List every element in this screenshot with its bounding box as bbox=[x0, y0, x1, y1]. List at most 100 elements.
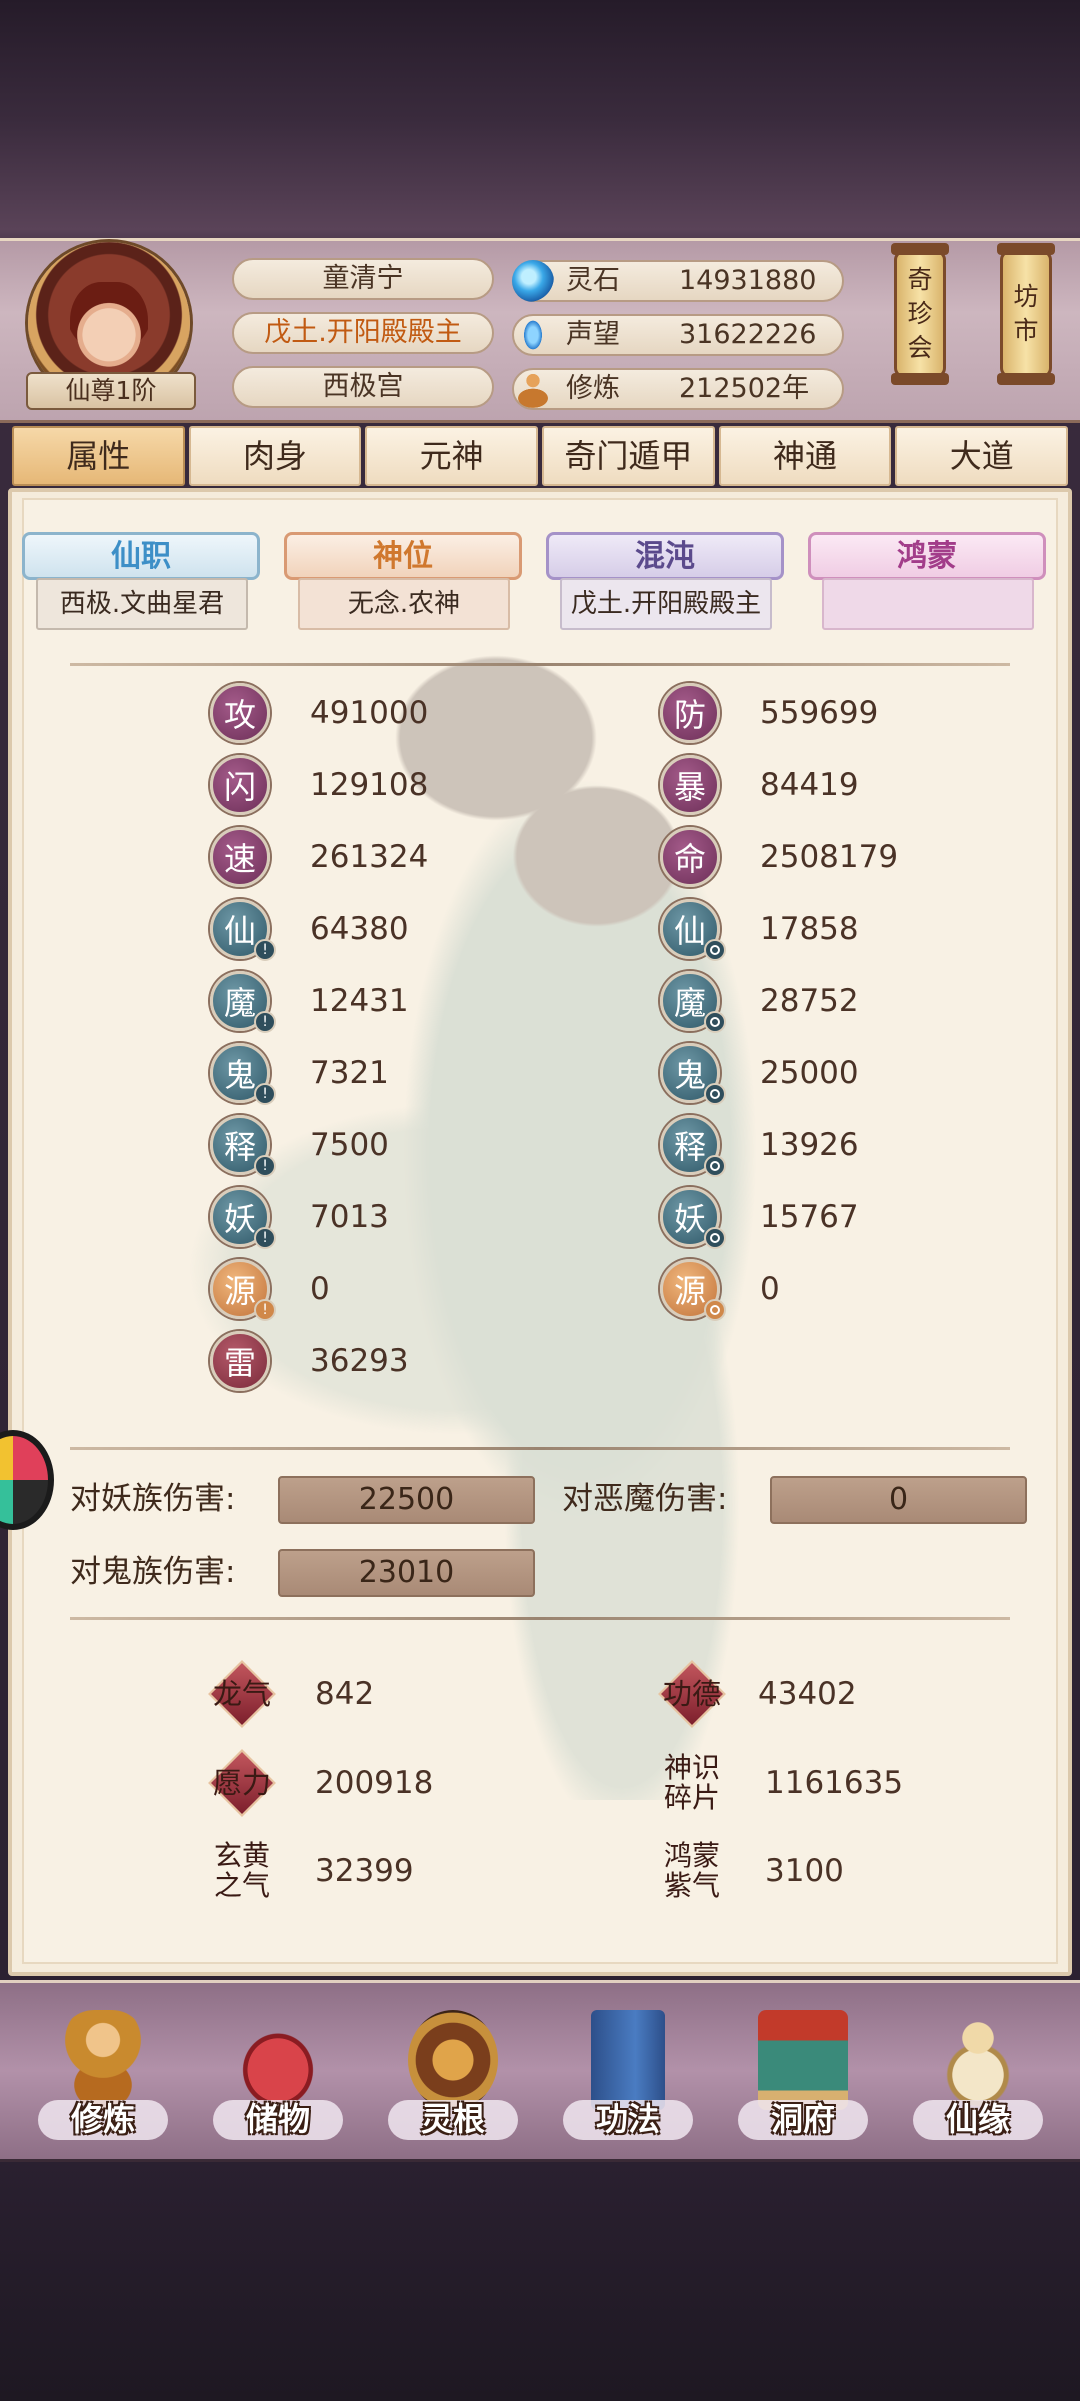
stat-value: 64380 bbox=[310, 911, 409, 947]
nav-fate[interactable]: 仙缘 bbox=[903, 2010, 1053, 2160]
purple-qi-icon: 鸿蒙紫气 bbox=[660, 1839, 724, 1903]
player-title: 戊土.开阳殿殿主 bbox=[232, 312, 494, 354]
divider bbox=[70, 1447, 1010, 1450]
shield-badge-icon bbox=[704, 1083, 726, 1105]
attack-badge-icon: ! bbox=[254, 1227, 276, 1249]
tab-bar: 属性 肉身 元神 奇门遁甲 神通 大道 bbox=[12, 426, 1069, 486]
attack-badge-icon: ! bbox=[254, 939, 276, 961]
nav-techniques[interactable]: 功法 bbox=[553, 2010, 703, 2160]
nav-label: 洞府 bbox=[770, 2100, 835, 2138]
rank-title-hundun[interactable]: 混沌 bbox=[546, 532, 784, 580]
spirit-stone-icon bbox=[512, 260, 554, 302]
resource-xiulian: 修炼 212502年 bbox=[512, 368, 844, 410]
nav-cultivate[interactable]: 修炼 bbox=[28, 2010, 178, 2160]
character-illustration bbox=[160, 620, 1000, 1800]
rank-value-hundun: 戊土.开阳殿殿主 bbox=[560, 578, 772, 630]
nav-spirit-root[interactable]: 灵根 bbox=[378, 2010, 528, 2160]
damage-guizu-label: 对鬼族伤害: bbox=[70, 1554, 236, 1590]
stat-value: 84419 bbox=[760, 767, 859, 803]
damage-yaozu-label: 对妖族伤害: bbox=[70, 1481, 236, 1517]
dodge-icon: 闪 bbox=[210, 755, 270, 815]
shenshi-value: 1161635 bbox=[765, 1765, 904, 1801]
attack-badge-icon: ! bbox=[254, 1083, 276, 1105]
stat-value: 7321 bbox=[310, 1055, 389, 1091]
rank-title-shenwei[interactable]: 神位 bbox=[284, 532, 522, 580]
lantern-char: 市 bbox=[1013, 316, 1039, 345]
shield-badge-icon bbox=[704, 1155, 726, 1177]
player-sect: 西极宫 bbox=[232, 366, 494, 408]
player-name: 童清宁 bbox=[232, 258, 494, 300]
stat-value: 2508179 bbox=[760, 839, 899, 875]
stat-value: 13926 bbox=[760, 1127, 859, 1163]
stat-value: 491000 bbox=[310, 695, 429, 731]
stat-value: 559699 bbox=[760, 695, 879, 731]
treasure-fair-button[interactable]: 奇 珍 会 bbox=[891, 243, 949, 385]
damage-emo-label: 对恶魔伤害: bbox=[562, 1481, 728, 1517]
merit-icon: 功德 bbox=[658, 1660, 726, 1728]
nav-label: 功法 bbox=[595, 2100, 660, 2138]
stat-value: 12431 bbox=[310, 983, 409, 1019]
shengwang-label: 声望 bbox=[566, 319, 620, 350]
yuanli-value: 200918 bbox=[315, 1765, 434, 1801]
thunder-icon: 雷 bbox=[210, 1331, 270, 1391]
shield-badge-icon bbox=[704, 939, 726, 961]
attack-badge-icon: ! bbox=[254, 1155, 276, 1177]
attack-icon: 攻 bbox=[210, 683, 270, 743]
attack-badge-icon: ! bbox=[254, 1011, 276, 1033]
shield-badge-icon bbox=[704, 1011, 726, 1033]
hp-icon: 命 bbox=[660, 827, 720, 887]
lantern-char: 珍 bbox=[907, 299, 933, 328]
yuanli-label: 愿力 bbox=[212, 1766, 271, 1800]
damage-guizu-value: 23010 bbox=[278, 1549, 535, 1597]
stat-value: 261324 bbox=[310, 839, 429, 875]
attack-badge-icon: ! bbox=[254, 1299, 276, 1321]
longqi-label: 龙气 bbox=[212, 1677, 271, 1711]
crit-icon: 暴 bbox=[660, 755, 720, 815]
resource-lingshi: 灵石 14931880 bbox=[512, 260, 844, 302]
dragon-qi-icon: 龙气 bbox=[208, 1660, 276, 1728]
stat-value: 28752 bbox=[760, 983, 859, 1019]
hongmengziqi-label: 鸿蒙紫气 bbox=[663, 1839, 720, 1902]
nav-storage[interactable]: 储物 bbox=[203, 2010, 353, 2160]
tab-powers[interactable]: 神通 bbox=[718, 426, 892, 486]
shield-badge-icon bbox=[704, 1227, 726, 1249]
nav-label: 灵根 bbox=[420, 2100, 485, 2138]
tab-dao[interactable]: 大道 bbox=[895, 426, 1069, 486]
stat-value: 0 bbox=[310, 1271, 330, 1307]
tab-body[interactable]: 肉身 bbox=[188, 426, 362, 486]
tab-spirit[interactable]: 元神 bbox=[365, 426, 539, 486]
stat-value: 17858 bbox=[760, 911, 859, 947]
shengwang-value: 31622226 bbox=[679, 319, 817, 350]
stat-value: 129108 bbox=[310, 767, 429, 803]
rank-title-hongmeng[interactable]: 鸿蒙 bbox=[808, 532, 1046, 580]
stat-value: 7013 bbox=[310, 1199, 389, 1235]
defense-icon: 防 bbox=[660, 683, 720, 743]
rank-title-xianzhi[interactable]: 仙职 bbox=[22, 532, 260, 580]
wish-power-icon: 愿力 bbox=[208, 1749, 276, 1817]
tab-qimen[interactable]: 奇门遁甲 bbox=[542, 426, 715, 486]
meditation-icon bbox=[512, 368, 554, 410]
xiulian-value: 212502年 bbox=[679, 373, 810, 404]
xuanhuang-label: 玄黄之气 bbox=[213, 1839, 270, 1902]
longqi-value: 842 bbox=[315, 1676, 375, 1712]
gongde-value: 43402 bbox=[758, 1676, 857, 1712]
tab-attributes[interactable]: 属性 bbox=[12, 426, 185, 486]
rank-badge: 仙尊1阶 bbox=[26, 372, 196, 410]
rank-value-hongmeng bbox=[822, 578, 1034, 630]
damage-emo-value: 0 bbox=[770, 1476, 1027, 1524]
shield-badge-icon bbox=[704, 1299, 726, 1321]
market-button[interactable]: 坊 市 bbox=[997, 243, 1055, 385]
divider bbox=[70, 663, 1010, 666]
xiulian-label: 修炼 bbox=[566, 373, 620, 404]
lantern-char: 会 bbox=[907, 333, 933, 362]
stat-value: 0 bbox=[760, 1271, 780, 1307]
divider bbox=[70, 1617, 1010, 1620]
gongde-label: 功德 bbox=[662, 1677, 721, 1711]
nav-cave-dwelling[interactable]: 洞府 bbox=[728, 2010, 878, 2160]
lantern-char: 奇 bbox=[907, 265, 933, 294]
hongmengziqi-value: 3100 bbox=[765, 1853, 844, 1889]
lantern-char: 坊 bbox=[1013, 282, 1039, 311]
stat-value: 15767 bbox=[760, 1199, 859, 1235]
rank-value-xianzhi: 西极.文曲星君 bbox=[36, 578, 248, 630]
rank-value-shenwei: 无念.农神 bbox=[298, 578, 510, 630]
